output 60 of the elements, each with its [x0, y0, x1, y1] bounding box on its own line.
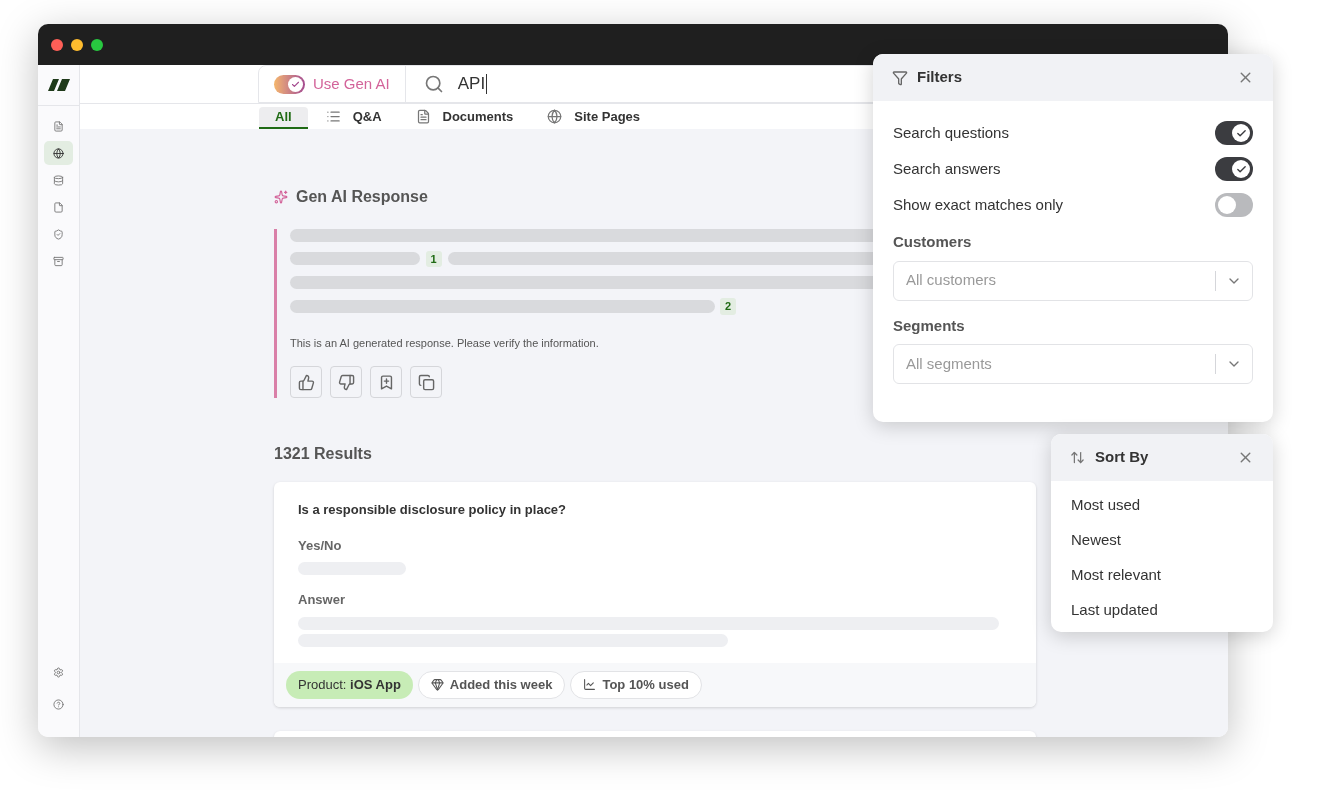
file-icon: [53, 201, 64, 213]
shield-check-icon: [53, 228, 64, 240]
tag[interactable]: Added this week: [417, 670, 566, 699]
field-label: Segments: [893, 315, 966, 336]
document-icon: [53, 120, 64, 132]
toggle-switch[interactable]: [1215, 157, 1253, 181]
field-label: Answer: [298, 591, 346, 609]
sidebar-item[interactable]: [44, 141, 73, 165]
globe-icon: [547, 109, 563, 125]
filter-icon: [892, 69, 908, 86]
copy-icon: [417, 373, 435, 391]
thumbs-down-icon: [337, 373, 355, 391]
thumbs-up-button[interactable]: [290, 366, 322, 398]
logo-icon: [47, 79, 70, 91]
citation-badge[interactable]: 1: [425, 250, 442, 267]
check-icon: [291, 79, 300, 89]
citation-badge[interactable]: 2: [720, 298, 737, 315]
toggle-label: Search questions: [893, 122, 1009, 143]
tab[interactable]: Site Pages: [531, 107, 657, 129]
database-icon: [53, 174, 64, 186]
tab[interactable]: All: [259, 107, 308, 129]
tag[interactable]: Product: iOS App: [286, 670, 413, 699]
check-icon: [1235, 163, 1247, 175]
sort-icon: [1070, 450, 1085, 465]
thumbs-up-icon: [297, 373, 315, 391]
help-icon: [53, 698, 64, 710]
document-icon: [415, 109, 431, 125]
search-field[interactable]: API: [457, 71, 488, 97]
tag[interactable]: Top 10% used: [570, 670, 702, 699]
popover-title: Sort By: [1095, 447, 1149, 468]
tab[interactable]: Q&A: [309, 107, 398, 129]
globe-icon: [53, 147, 64, 159]
toggle-label: Search answers: [893, 158, 1001, 179]
check-icon: [1235, 127, 1247, 139]
toggle-label: Show exact matches only: [893, 194, 1064, 215]
line-chart-icon: [583, 678, 597, 691]
settings-icon: [53, 666, 64, 678]
question-text: Is a responsible disclosure policy in place?: [298, 501, 568, 519]
archive-icon: [53, 255, 64, 267]
search-icon: [423, 74, 444, 94]
sort-option[interactable]: Newest: [1071, 530, 1253, 550]
tab[interactable]: Documents: [399, 107, 530, 129]
list-icon: [325, 109, 341, 125]
copy-button[interactable]: [410, 366, 442, 398]
section-title: Gen AI Response: [296, 186, 428, 207]
toggle-switch[interactable]: [1215, 193, 1253, 217]
result-card[interactable]: Is a responsible disclosure policy in place? Yes/No Answer Product: iOS App Added this week Top 10% used: [274, 482, 1036, 707]
sparkle-icon: [274, 189, 288, 204]
field-label: Customers: [893, 232, 973, 252]
field-label: Yes/No: [298, 536, 343, 555]
toggle-switch[interactable]: [1215, 121, 1253, 145]
gem-icon: [430, 678, 444, 691]
thumbs-down-button[interactable]: [330, 366, 362, 398]
bookmark-button[interactable]: [370, 366, 402, 398]
sort-option[interactable]: Most relevant: [1071, 565, 1253, 585]
disclaimer-text: This is an AI generated response. Please verify the information.: [290, 335, 600, 351]
sort-option[interactable]: Last updated: [1071, 600, 1253, 620]
results-count: 1321 Results: [274, 444, 373, 464]
popover-title: Filters: [917, 67, 962, 88]
sort-option[interactable]: Most used: [1071, 495, 1253, 515]
